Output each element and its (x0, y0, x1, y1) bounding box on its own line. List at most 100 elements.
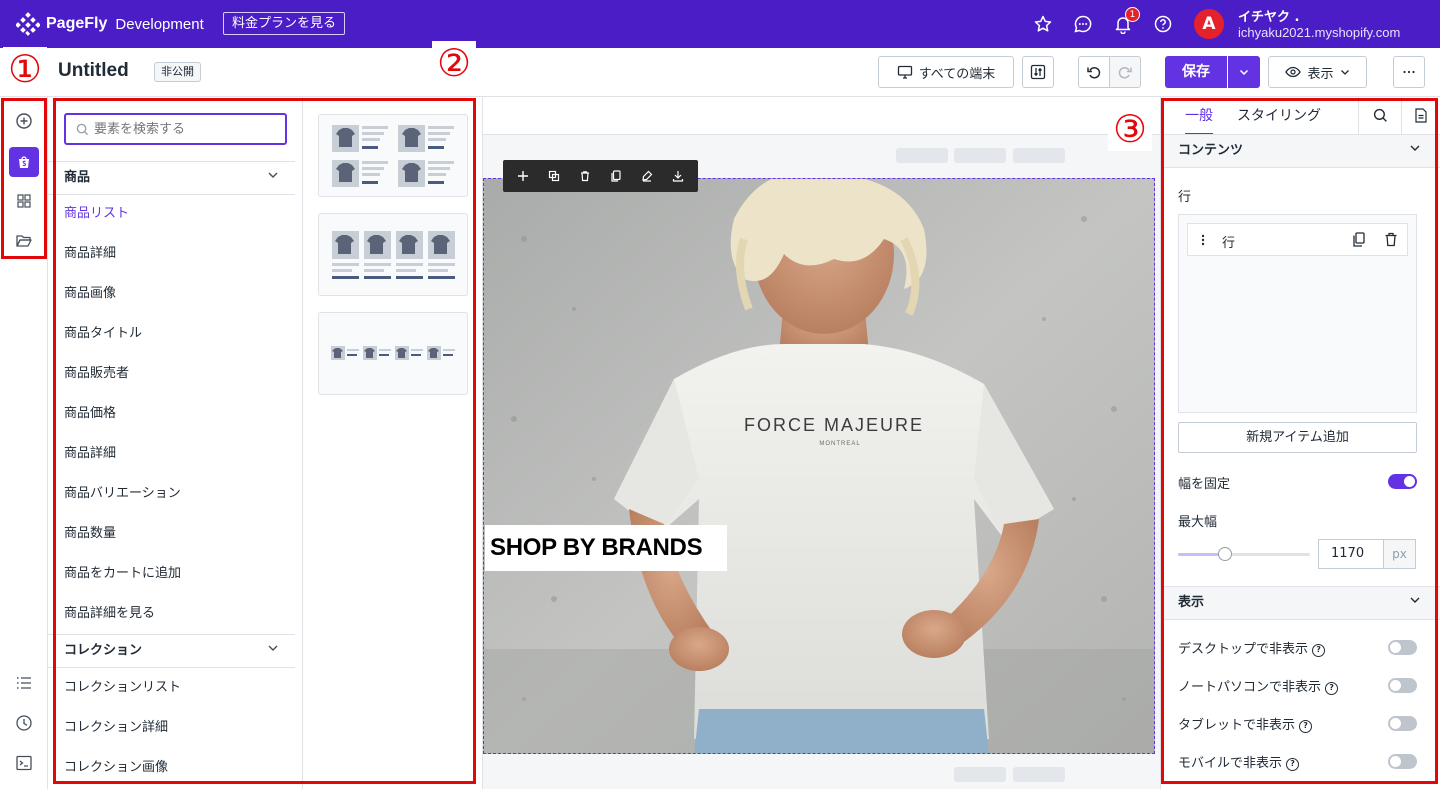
save-section-icon[interactable] (670, 168, 686, 184)
redo-button[interactable] (1109, 56, 1141, 88)
duplicate-icon[interactable] (546, 168, 562, 184)
element-product-details[interactable]: 商品詳細 (64, 244, 116, 264)
document-icon[interactable] (1414, 108, 1428, 127)
element-add-to-cart[interactable]: 商品をカートに追加 (64, 564, 181, 584)
element-panel: 商品 商品リスト 商品詳細 商品画像 商品タイトル 商品販売者 商品価格 商品詳… (48, 97, 303, 789)
star-icon[interactable] (1033, 14, 1053, 34)
annotation-number-3: ③ (1108, 107, 1152, 151)
element-product-vendor[interactable]: 商品販売者 (64, 364, 129, 384)
page-canvas[interactable]: FORCE MAJEURE MONTREAL SHOP BY BRANDS (483, 97, 1160, 789)
section-display-header[interactable]: 表示 (1161, 586, 1440, 620)
element-product-variants[interactable]: 商品バリエーション (64, 484, 181, 504)
element-collection-list[interactable]: コレクションリスト (64, 678, 181, 698)
slider-thumb[interactable] (1218, 547, 1232, 561)
element-product-list[interactable]: 商品リスト (64, 204, 129, 224)
chevron-down-icon (1409, 135, 1421, 167)
element-product-image[interactable]: 商品画像 (64, 284, 116, 304)
undo-button[interactable] (1078, 56, 1110, 88)
group-header-products[interactable]: 商品 (48, 161, 295, 195)
help-icon[interactable]: ? (1299, 720, 1313, 733)
move-icon[interactable] (515, 168, 531, 184)
folder-icon[interactable] (12, 229, 36, 253)
option-text: タブレットで非表示 (1178, 718, 1296, 733)
page-title[interactable]: Untitled (58, 60, 129, 82)
layout-preview-compact[interactable] (318, 312, 468, 395)
device-select-button[interactable]: すべての端末 (878, 56, 1014, 88)
shopify-icon[interactable] (9, 147, 39, 177)
layout-preview-4col[interactable] (318, 213, 468, 296)
preview-label: 表示 (1307, 66, 1334, 82)
layout-preview-2x2[interactable] (318, 114, 468, 197)
element-product-price[interactable]: 商品価格 (64, 404, 116, 424)
add-item-button[interactable]: 新規アイテム追加 (1178, 422, 1417, 453)
tab-styling[interactable]: スタイリング (1237, 97, 1321, 135)
group-header-collections[interactable]: コレクション (48, 634, 295, 668)
pricing-plan-button[interactable]: 料金プランを見る (223, 12, 346, 35)
unit-label: px (1383, 539, 1416, 569)
option-text: モバイルで非表示 (1178, 756, 1283, 771)
element-collection-details[interactable]: コレクション詳細 (64, 718, 168, 738)
element-toolbar (503, 160, 698, 192)
fixed-width-toggle[interactable] (1388, 474, 1417, 489)
grid-icon[interactable] (12, 189, 36, 213)
annotation-number-1: ① (3, 47, 47, 91)
hide-mobile-label: モバイルで非表示? (1178, 752, 1300, 771)
device-label: すべての端末 (918, 66, 996, 82)
row-list: 行 (1178, 214, 1417, 413)
hide-laptop-toggle[interactable] (1388, 678, 1417, 693)
hide-tablet-toggle[interactable] (1388, 716, 1417, 731)
eye-icon (1285, 66, 1302, 78)
hide-desktop-toggle[interactable] (1388, 640, 1417, 655)
hero-heading[interactable]: SHOP BY BRANDS (485, 525, 727, 571)
help-icon[interactable]: ? (1286, 758, 1300, 771)
save-options-button[interactable] (1228, 56, 1260, 88)
layout-settings-button[interactable] (1022, 56, 1054, 88)
element-search[interactable] (64, 113, 287, 145)
group-title: 商品 (64, 170, 91, 185)
max-width-slider[interactable] (1178, 547, 1310, 561)
element-product-description[interactable]: 商品詳細 (64, 444, 116, 464)
element-product-title[interactable]: 商品タイトル (64, 324, 142, 344)
tab-general[interactable]: 一般 (1185, 97, 1213, 135)
element-collection-image[interactable]: コレクション画像 (64, 758, 168, 778)
hide-mobile-toggle[interactable] (1388, 754, 1417, 769)
hero-section[interactable]: FORCE MAJEURE MONTREAL SHOP BY BRANDS (483, 178, 1155, 754)
environment-name: Development (115, 15, 204, 33)
placeholder-block (1013, 767, 1065, 782)
layers-list-icon[interactable] (12, 671, 36, 695)
section-content-header[interactable]: コンテンツ (1161, 134, 1440, 168)
row-item-label: 行 (1222, 236, 1236, 251)
avatar[interactable]: A (1194, 9, 1224, 39)
row-item[interactable]: 行 (1187, 223, 1408, 256)
more-options-button[interactable] (1393, 56, 1425, 88)
chat-icon[interactable] (1073, 14, 1093, 34)
copy-icon[interactable] (1352, 232, 1366, 251)
preview-button[interactable]: 表示 (1268, 56, 1367, 88)
delete-icon[interactable] (1384, 232, 1398, 251)
copy-icon[interactable] (608, 168, 624, 184)
history-icon[interactable] (12, 711, 36, 735)
delete-icon[interactable] (577, 168, 593, 184)
save-button[interactable]: 保存 (1165, 56, 1227, 88)
help-icon[interactable]: ? (1312, 644, 1326, 657)
element-view-details[interactable]: 商品詳細を見る (64, 604, 155, 624)
sliders-icon (1030, 64, 1046, 80)
help-icon[interactable] (1153, 14, 1173, 34)
pagefly-logo[interactable]: PageFly Development (16, 12, 204, 36)
help-icon[interactable]: ? (1325, 682, 1339, 695)
drag-handle-icon[interactable] (1200, 232, 1206, 251)
element-product-quantity[interactable]: 商品数量 (64, 524, 116, 544)
search-icon[interactable] (1373, 108, 1388, 127)
search-input[interactable] (94, 120, 279, 138)
section-title: 表示 (1178, 595, 1205, 610)
store-domain[interactable]: ichyaku2021.myshopify.com (1238, 25, 1400, 40)
option-text: ノートパソコンで非表示 (1178, 680, 1322, 695)
user-name[interactable]: イチヤク . (1238, 6, 1299, 25)
chevron-down-icon (267, 635, 279, 667)
code-terminal-icon[interactable] (12, 751, 36, 775)
brand-name: PageFly (46, 15, 108, 32)
style-brush-icon[interactable] (639, 168, 655, 184)
add-element-icon[interactable] (12, 109, 36, 133)
product-grid-thumbnail (332, 125, 454, 187)
max-width-input[interactable]: 1170 (1318, 539, 1384, 569)
